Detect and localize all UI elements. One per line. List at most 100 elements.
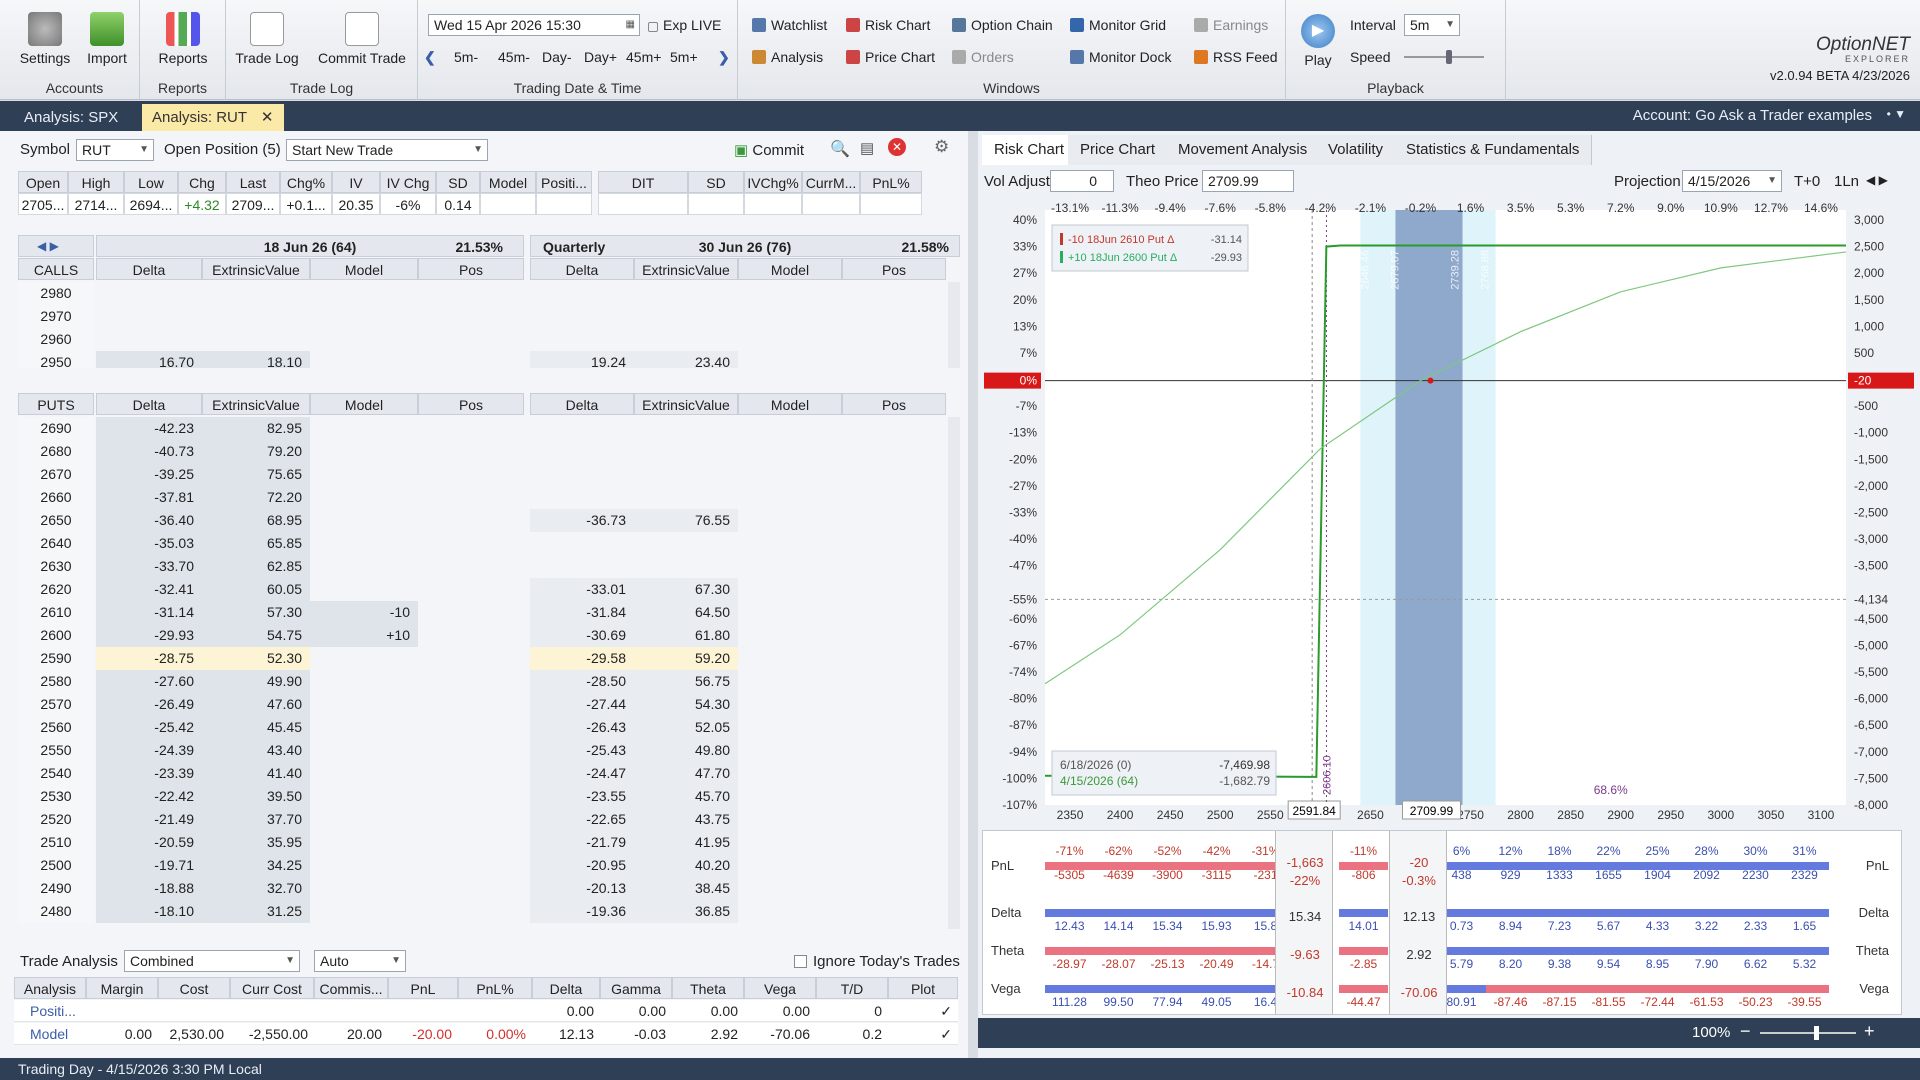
chain-row[interactable]: 2480 -18.10 31.25 -19.36 36.85 <box>18 900 944 923</box>
chain-row[interactable]: 2950 16.70 18.10 19.24 23.40 <box>18 351 944 368</box>
trade-log-button[interactable]: Trade Log <box>232 12 302 66</box>
chain-row[interactable]: 2580 -27.60 49.90 -28.50 56.75 <box>18 670 944 693</box>
time-step-button[interactable]: 45m- <box>498 46 530 68</box>
auto-select[interactable]: Auto ▼ <box>314 950 406 972</box>
zoom-slider[interactable] <box>1760 1026 1856 1040</box>
chain-row[interactable]: 2550 -24.39 43.40 -25.43 49.80 <box>18 739 944 762</box>
chain-row[interactable]: 2640 -35.03 65.85 <box>18 532 944 555</box>
reports-button[interactable]: Reports <box>152 12 214 66</box>
time-step-button[interactable]: Day- <box>542 46 572 68</box>
menu-chevron-icon[interactable]: • ▼ <box>1887 107 1906 121</box>
tab-analysis-rut[interactable]: Analysis: RUT ✕ <box>142 104 284 131</box>
speed-slider-thumb[interactable] <box>1446 50 1452 64</box>
cursor-column-pnl_pct: -22% <box>1289 873 1321 888</box>
window-button-9[interactable]: RSS Feed <box>1194 46 1278 68</box>
right-tab-3[interactable]: Volatility <box>1316 135 1397 165</box>
chain-row[interactable]: 2560 -25.42 45.45 -26.43 52.05 <box>18 716 944 739</box>
time-step-button[interactable]: 5m- <box>454 46 478 68</box>
quote-header: Chg% <box>280 171 332 193</box>
projection-date[interactable]: 4/15/2026 ▼ <box>1682 170 1782 192</box>
expiry-nav[interactable]: ◀ ▶ <box>18 235 94 257</box>
vol-adjust-input[interactable]: 0 <box>1050 170 1114 192</box>
window-button-3[interactable]: Monitor Grid <box>1070 14 1166 36</box>
play-button[interactable]: ▶ Play <box>1290 14 1346 68</box>
model-cell[interactable]: -10 <box>310 601 418 624</box>
scrollbar[interactable] <box>948 417 960 929</box>
scrollbar[interactable] <box>948 282 960 368</box>
gear-icon[interactable]: ⚙ <box>934 137 949 157</box>
ignore-today-checkbox[interactable]: Ignore Today's Trades <box>794 953 960 970</box>
symbol-select[interactable]: RUT ▼ <box>76 139 154 161</box>
chain-row[interactable]: 2670 -39.25 75.65 <box>18 463 944 486</box>
chain-row[interactable]: 2590 -28.75 52.30 -29.58 59.20 <box>18 647 944 670</box>
window-button-6[interactable]: Price Chart <box>846 46 935 68</box>
zoom-in-icon[interactable]: + <box>1864 1021 1875 1042</box>
settings-button[interactable]: Settings <box>14 12 76 66</box>
ta-cell[interactable]: Model <box>14 1023 86 1045</box>
theo-price-input[interactable]: 2709.99 <box>1202 170 1294 192</box>
import-button[interactable]: Import <box>76 12 138 66</box>
chain-row[interactable]: 2980 <box>18 282 944 305</box>
step-back-icon[interactable]: ❮ <box>424 46 436 68</box>
time-step-button[interactable]: Day+ <box>584 46 617 68</box>
window-button-4[interactable]: Earnings <box>1194 14 1268 36</box>
step-forward-icon[interactable]: ❯ <box>718 46 730 68</box>
chain-row[interactable]: 2660 -37.81 72.20 <box>18 486 944 509</box>
playback-group: ▶ Play Interval 5m ▼ Speed Playback <box>1286 0 1506 100</box>
chain-row[interactable]: 2510 -20.59 35.95 -21.79 41.95 <box>18 831 944 854</box>
chain-row[interactable]: 2690 -42.23 82.95 <box>18 417 944 440</box>
chain-row[interactable]: 2680 -40.73 79.20 <box>18 440 944 463</box>
chain-row[interactable]: 2960 <box>18 328 944 351</box>
chain-row[interactable]: 2970 <box>18 305 944 328</box>
chain-row[interactable]: 2610 -31.14 57.30 -10 -31.84 64.50 <box>18 601 944 624</box>
exp-live-toggle[interactable]: Exp LIVE <box>648 14 721 36</box>
right-tab-1[interactable]: Price Chart <box>1068 135 1169 165</box>
window-button-7[interactable]: Orders <box>952 46 1014 68</box>
greek-value-pnl: 2092 <box>1693 868 1720 882</box>
right-tab-0[interactable]: Risk Chart <box>982 135 1078 165</box>
chain-row[interactable]: 2540 -23.39 41.40 -24.47 47.70 <box>18 762 944 785</box>
window-button-0[interactable]: Watchlist <box>752 14 827 36</box>
delete-icon[interactable]: ✕ <box>888 138 906 156</box>
commit-button[interactable]: ▣ Commit <box>734 141 804 159</box>
chain-row[interactable]: 2600 -29.93 54.75 +10 -30.69 61.80 <box>18 624 944 647</box>
window-button-8[interactable]: Monitor Dock <box>1070 46 1171 68</box>
chain-row[interactable]: 2490 -18.88 32.70 -20.13 38.45 <box>18 877 944 900</box>
right-tab-4[interactable]: Statistics & Fundamentals <box>1394 135 1593 165</box>
commit-trade-button[interactable]: Commit Trade <box>312 12 412 66</box>
lines-nav-icon[interactable]: ◀ ▶ <box>1866 173 1888 187</box>
ta-cell[interactable]: ✓ <box>888 1000 958 1022</box>
speed-slider[interactable] <box>1404 50 1484 64</box>
risk-chart[interactable]: 2646.46 2679.07 2739.28 2768.88 -13.1% -11.3%… <box>980 195 1920 825</box>
calendar-icon[interactable]: ▦ <box>626 15 635 35</box>
right-tab-2[interactable]: Movement Analysis <box>1166 135 1321 165</box>
chain-row[interactable]: 2530 -22.42 39.50 -23.55 45.70 <box>18 785 944 808</box>
chain-row[interactable]: 2630 -33.70 62.85 <box>18 555 944 578</box>
trade-date-field[interactable]: Wed 15 Apr 2026 15:30 ▦ <box>428 14 640 36</box>
chain-row[interactable]: 2570 -26.49 47.60 -27.44 54.30 <box>18 693 944 716</box>
window-button-5[interactable]: Analysis <box>752 46 823 68</box>
model-cell[interactable]: +10 <box>310 624 418 647</box>
chain-row[interactable]: 2520 -21.49 37.70 -22.65 43.75 <box>18 808 944 831</box>
time-step-button[interactable]: 5m+ <box>670 46 698 68</box>
ta-cell[interactable]: ✓ <box>888 1023 958 1045</box>
combined-select[interactable]: Combined ▼ <box>124 950 300 972</box>
zoom-out-icon[interactable]: − <box>1740 1021 1751 1042</box>
window-button-1[interactable]: Risk Chart <box>846 14 930 36</box>
ta-cell[interactable]: Positi... <box>14 1000 86 1022</box>
close-icon[interactable]: ✕ <box>261 109 274 126</box>
chevron-down-icon: ▼ <box>1767 175 1777 186</box>
delta-cell: -26.49 <box>96 693 202 716</box>
chain-row[interactable]: 2620 -32.41 60.05 -33.01 67.30 <box>18 578 944 601</box>
tab-analysis-spx[interactable]: Analysis: SPX <box>14 104 128 131</box>
copy-icon[interactable]: ▤ <box>860 139 874 157</box>
trade-select[interactable]: Start New Trade ▼ <box>286 139 488 161</box>
search-icon[interactable]: 🔍 <box>830 139 850 159</box>
interval-select[interactable]: 5m ▼ <box>1404 14 1460 36</box>
time-step-button[interactable]: 45m+ <box>626 46 661 68</box>
delta-cell: -36.73 <box>530 509 634 532</box>
chain-row[interactable]: 2650 -36.40 68.95 -36.73 76.55 <box>18 509 944 532</box>
chain-row[interactable]: 2500 -19.71 34.25 -20.95 40.20 <box>18 854 944 877</box>
zoom-slider-thumb[interactable] <box>1814 1026 1819 1040</box>
window-button-2[interactable]: Option Chain <box>952 14 1053 36</box>
